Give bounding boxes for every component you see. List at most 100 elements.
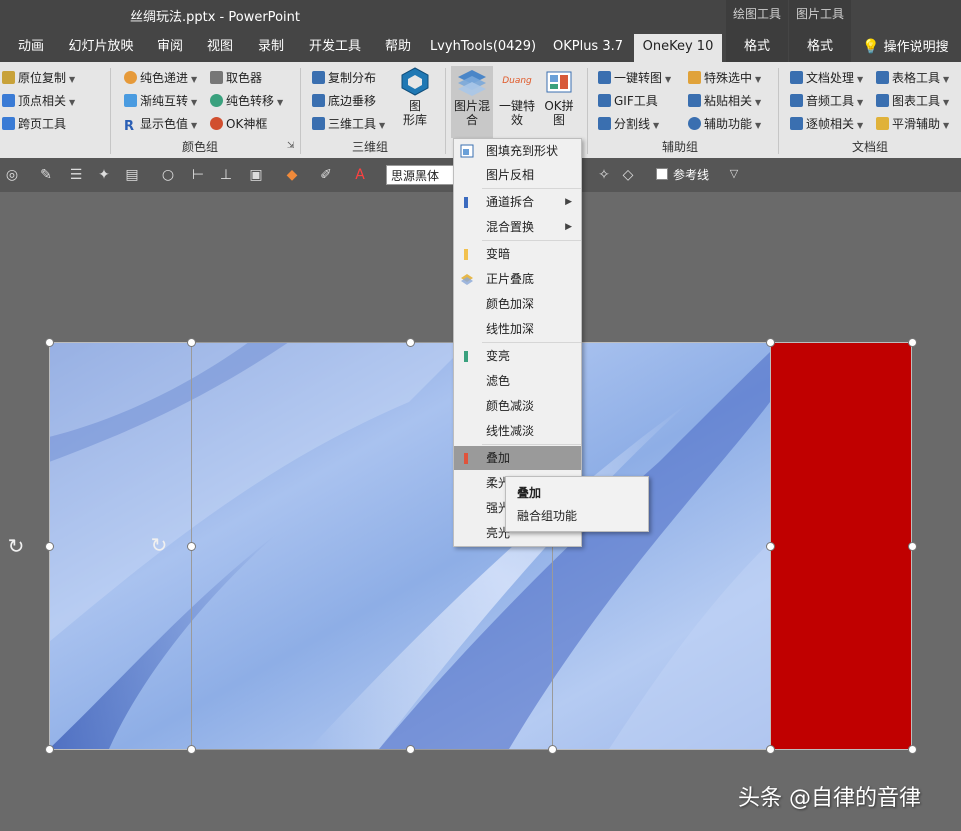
- format-painter-icon[interactable]: ✎: [38, 167, 54, 183]
- wand-icon[interactable]: ✦: [96, 167, 112, 183]
- resize-handle[interactable]: [45, 338, 54, 347]
- resize-handle[interactable]: [187, 542, 196, 551]
- font-name-select[interactable]: 思源黑体: [386, 165, 460, 185]
- tab-slideshow[interactable]: 幻灯片放映: [62, 34, 140, 62]
- frame-by-frame-button[interactable]: 逐帧相关 ▼: [790, 114, 863, 134]
- tab-review[interactable]: 审阅: [148, 34, 192, 62]
- menu-item-color-dodge[interactable]: 颜色减淡: [454, 394, 581, 418]
- align-left-icon[interactable]: ⊢: [190, 167, 206, 183]
- paste-related-button[interactable]: 粘贴相关 ▼: [688, 91, 761, 111]
- menu-item-linear-burn[interactable]: 线性加深: [454, 317, 581, 341]
- tab-view[interactable]: 视图: [198, 34, 242, 62]
- assist-function-label: 辅助功能: [704, 117, 753, 131]
- bottom-vertical-move-button[interactable]: 底边垂移: [312, 91, 376, 111]
- assist-function-button[interactable]: 辅助功能 ▼: [688, 114, 761, 134]
- resize-handle[interactable]: [908, 745, 917, 754]
- copy-in-place-button[interactable]: 原位复制 ▼: [2, 68, 75, 88]
- move-icon: [312, 94, 325, 107]
- red-rectangle[interactable]: [770, 342, 912, 749]
- rotate-handle-icon[interactable]: ↻: [5, 535, 27, 557]
- drawing-tools-label: 绘图工具: [726, 0, 788, 34]
- solid-gradient-button[interactable]: 纯色递进 ▼: [124, 68, 197, 88]
- more-chevron-icon[interactable]: ▽: [726, 166, 742, 182]
- one-click-effect-button[interactable]: Duang 一键特 效: [497, 66, 537, 127]
- resize-handle[interactable]: [187, 745, 196, 754]
- picture-icon[interactable]: ▣: [248, 167, 264, 183]
- shape-library-button[interactable]: 图 形库: [396, 66, 434, 127]
- show-color-value-button[interactable]: R 显示色值 ▼: [124, 114, 197, 134]
- menu-item-color-burn[interactable]: 颜色加深: [454, 292, 581, 316]
- resize-handle[interactable]: [908, 542, 917, 551]
- menu-item-linear-dodge[interactable]: 线性减淡: [454, 419, 581, 443]
- copy-in-place-label: 原位复制: [18, 71, 67, 85]
- menu-item-label: 叠加: [486, 451, 511, 465]
- menu-item-channel-split[interactable]: 通道拆合 ▶: [454, 190, 581, 214]
- menu-item-fill-to-shape[interactable]: 图填充到形状: [454, 139, 581, 163]
- paste-icon[interactable]: ▤: [124, 167, 140, 183]
- font-color-icon[interactable]: A: [352, 167, 368, 183]
- vertex-related-button[interactable]: 顶点相关 ▼: [2, 91, 75, 111]
- solid-transfer-button[interactable]: 纯色转移 ▼: [210, 91, 283, 111]
- special-select-button[interactable]: 特殊选中 ▼: [688, 68, 761, 88]
- divider-line-button[interactable]: 分割线 ▼: [598, 114, 659, 134]
- smooth-assist-button[interactable]: 平滑辅助 ▼: [876, 114, 949, 134]
- tell-me-search[interactable]: 💡 操作说明搜索: [862, 34, 961, 81]
- menu-item-invert[interactable]: 图片反相: [454, 163, 581, 187]
- resize-handle[interactable]: [406, 338, 415, 347]
- resize-handle[interactable]: [766, 745, 775, 754]
- fill-color-icon[interactable]: ◆: [284, 167, 300, 183]
- menu-item-screen[interactable]: 滤色: [454, 369, 581, 393]
- rotate-handle-icon[interactable]: ↻: [148, 534, 170, 556]
- resize-handle[interactable]: [45, 542, 54, 551]
- list-icon[interactable]: ☰: [68, 167, 84, 183]
- 3d-tools-button[interactable]: 三维工具 ▼: [312, 114, 385, 134]
- menu-item-label: 颜色减淡: [486, 399, 535, 413]
- chart-tools-button[interactable]: 图表工具 ▼: [876, 91, 949, 111]
- resize-handle[interactable]: [45, 745, 54, 754]
- cross-page-button[interactable]: 跨页工具: [2, 114, 66, 134]
- shape-options-icon[interactable]: ◇: [620, 167, 636, 183]
- align-bottom-icon[interactable]: ⊥: [218, 167, 234, 183]
- copy-distribute-button[interactable]: 复制分布: [312, 68, 376, 88]
- circle-icon[interactable]: ○: [160, 167, 176, 183]
- tab-okplus[interactable]: OKPlus 3.7: [548, 34, 628, 62]
- dialog-launcher-icon[interactable]: ⇲: [287, 136, 295, 156]
- menu-item-darken[interactable]: 变暗: [454, 242, 581, 266]
- table-tools-button[interactable]: 表格工具 ▼: [876, 68, 949, 88]
- menu-separator: [482, 444, 581, 445]
- menu-item-blend-replace[interactable]: 混合置换 ▶: [454, 215, 581, 239]
- resize-handle[interactable]: [406, 745, 415, 754]
- menu-item-lighten[interactable]: 变亮: [454, 344, 581, 368]
- tab-format-drawing[interactable]: 格式: [726, 34, 788, 62]
- outline-color-icon[interactable]: ✐: [318, 167, 334, 183]
- one-click-to-image-button[interactable]: 一键转图 ▼: [598, 68, 671, 88]
- image-blend-button[interactable]: 图片混 合: [451, 66, 493, 138]
- tab-record[interactable]: 录制: [248, 34, 294, 62]
- resize-handle[interactable]: [766, 338, 775, 347]
- document-process-button[interactable]: 文档处理 ▼: [790, 68, 863, 88]
- tab-help[interactable]: 帮助: [376, 34, 420, 62]
- tab-animation[interactable]: 动画: [8, 34, 54, 62]
- resize-handle[interactable]: [548, 745, 557, 754]
- tab-lvyhtools[interactable]: LvyhTools(0429): [428, 34, 538, 62]
- audio-tools-button[interactable]: 音频工具 ▼: [790, 91, 863, 111]
- paste-icon: [688, 94, 701, 107]
- effects-icon[interactable]: ✧: [596, 167, 612, 183]
- menu-item-overlay[interactable]: 叠加: [454, 446, 581, 470]
- color-picker-button[interactable]: 取色器: [210, 68, 262, 88]
- ok-collage-button[interactable]: OK拼 图: [539, 66, 579, 127]
- tab-format-picture[interactable]: 格式: [789, 34, 851, 62]
- special-select-label: 特殊选中: [704, 71, 753, 85]
- resize-handle[interactable]: [908, 338, 917, 347]
- ok-collage-label: OK拼 图: [544, 99, 574, 127]
- tab-onekey[interactable]: OneKey 10: [634, 34, 722, 62]
- gif-tools-button[interactable]: GIF工具: [598, 91, 658, 111]
- tab-developer[interactable]: 开发工具: [302, 34, 368, 62]
- reference-line-checkbox[interactable]: [656, 168, 668, 180]
- menu-item-multiply[interactable]: 正片叠底: [454, 267, 581, 291]
- gradient-swap-button[interactable]: 渐纯互转 ▼: [124, 91, 197, 111]
- shape-fill-icon[interactable]: ◎: [4, 167, 20, 183]
- resize-handle[interactable]: [187, 338, 196, 347]
- resize-handle[interactable]: [766, 542, 775, 551]
- ok-frame-button[interactable]: OK神框: [210, 114, 267, 134]
